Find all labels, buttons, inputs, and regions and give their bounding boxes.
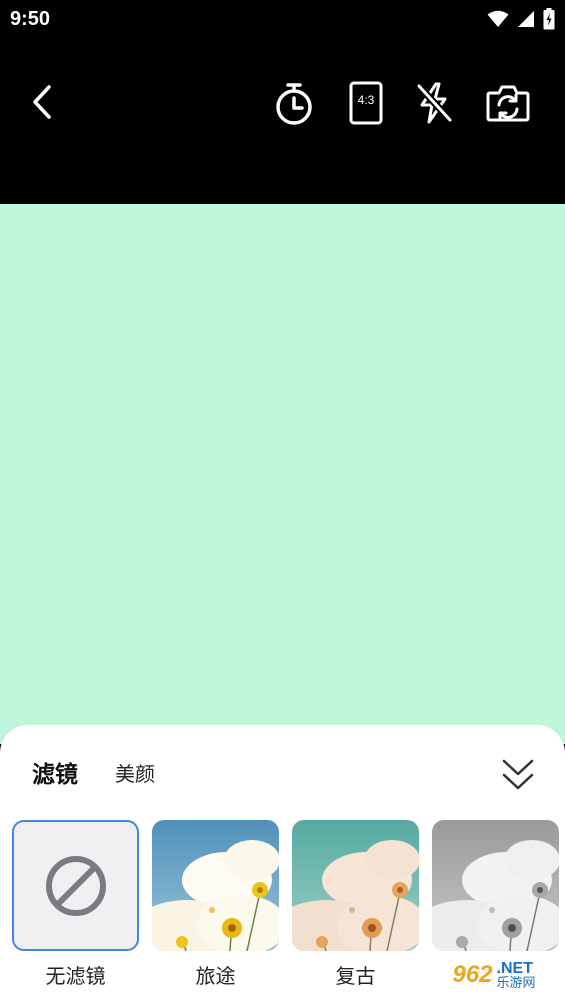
timer-icon (276, 83, 312, 125)
no-filter-icon (45, 855, 106, 916)
aspect-ratio-label: 4:3 (357, 93, 375, 107)
aspect-ratio-button[interactable]: 4:3 (342, 79, 390, 127)
filter-thumb-journey (152, 820, 279, 951)
flower-photo-image (292, 820, 419, 951)
switch-camera-button[interactable] (484, 79, 532, 127)
site-watermark: 962 .NET 乐游网 (428, 952, 560, 998)
camera-preview[interactable] (0, 204, 565, 744)
signal-icon (518, 11, 534, 27)
filter-label: 旅途 (195, 964, 236, 988)
watermark-net: .NET (496, 959, 533, 977)
status-time: 9:50 (10, 8, 51, 30)
flash-off-icon (416, 82, 453, 124)
double-chevron-down-icon (502, 759, 534, 790)
filter-item-journey[interactable]: 旅途 (152, 820, 279, 989)
timer-button[interactable] (270, 80, 318, 128)
collapse-panel-button[interactable] (496, 757, 540, 797)
watermark-logo: 962 (452, 961, 493, 988)
status-bar: 9:50 (0, 0, 565, 40)
wifi-icon (487, 10, 509, 27)
filter-label: 无滤镜 (45, 964, 106, 988)
tab-filter[interactable]: 滤镜 (32, 755, 78, 789)
switch-camera-icon (486, 85, 530, 122)
watermark-cn: 乐游网 (496, 975, 536, 991)
filter-label: 复古 (335, 964, 376, 988)
tab-beauty[interactable]: 美颜 (115, 758, 155, 787)
back-button[interactable] (18, 78, 66, 126)
filter-item-none[interactable]: 无滤镜 (12, 820, 139, 989)
flower-photo-image (152, 820, 279, 951)
filter-thumb-retro (292, 820, 419, 951)
filter-item-retro[interactable]: 复古 (292, 820, 419, 989)
filter-thumb-none (12, 820, 139, 951)
flash-button[interactable] (410, 79, 458, 127)
battery-icon (543, 8, 555, 30)
back-icon (33, 85, 51, 119)
camera-toolbar: 4:3 (0, 40, 565, 204)
status-icons (487, 8, 555, 30)
filter-thumb-bw (432, 820, 559, 951)
flower-photo-image (432, 820, 559, 951)
